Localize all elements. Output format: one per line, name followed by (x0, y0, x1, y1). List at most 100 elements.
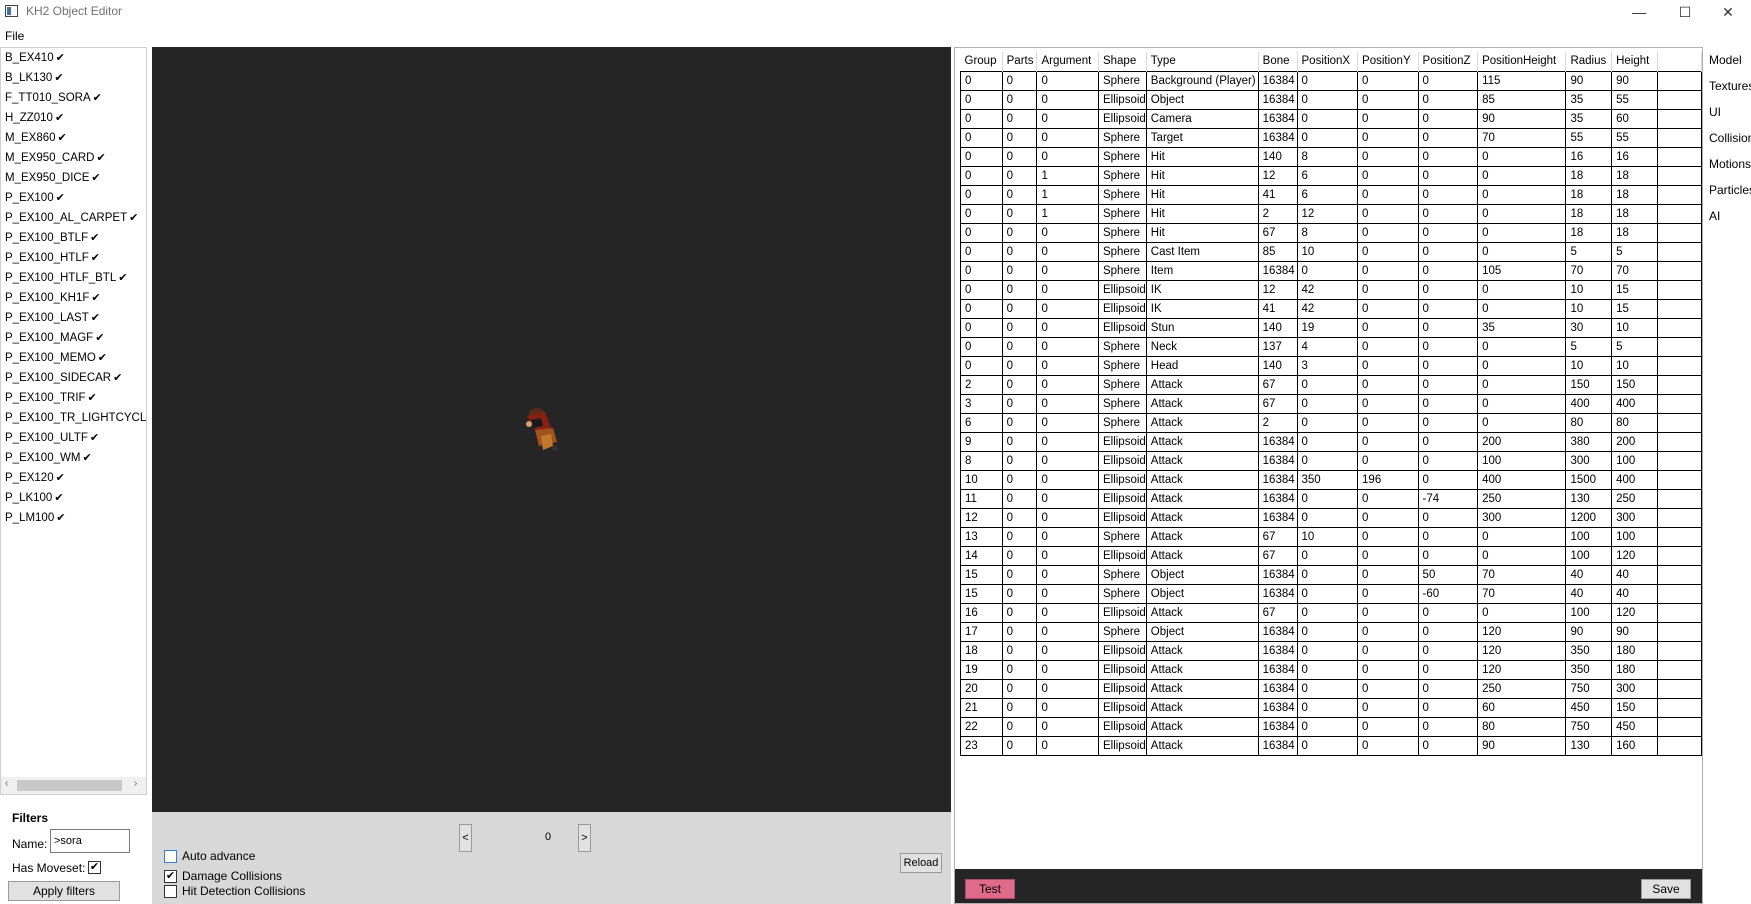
table-cell[interactable]: 450 (1611, 717, 1658, 737)
table-cell[interactable]: 85 (1477, 90, 1567, 110)
hit-detection-option[interactable]: Hit Detection Collisions (164, 884, 305, 898)
table-cell[interactable]: 11 (960, 489, 1003, 509)
table-cell[interactable]: 0 (1418, 318, 1479, 338)
column-header[interactable]: Argument (1036, 52, 1099, 71)
table-cell[interactable]: 0 (1418, 432, 1479, 452)
table-cell[interactable]: Sphere (1098, 527, 1147, 547)
table-cell[interactable]: 12 (960, 508, 1003, 528)
table-cell[interactable]: 67 (1258, 527, 1298, 547)
table-cell[interactable]: 67 (1258, 546, 1298, 566)
table-cell[interactable]: Attack (1146, 679, 1259, 699)
table-cell[interactable]: 70 (1611, 261, 1658, 281)
list-item[interactable]: P_EX100_MAGF ✔ (1, 328, 146, 348)
minimize-button[interactable]: — (1616, 0, 1662, 24)
table-cell[interactable]: 0 (1297, 128, 1359, 148)
horizontal-scrollbar[interactable]: ‹ › (1, 777, 146, 794)
table-cell[interactable]: 100 (1565, 546, 1613, 566)
scroll-right-icon[interactable]: › (134, 778, 137, 789)
table-cell[interactable]: 0 (960, 356, 1003, 376)
table-cell[interactable]: Attack (1146, 470, 1259, 490)
table-cell[interactable]: 130 (1565, 489, 1613, 509)
table-cell[interactable]: Sphere (1098, 128, 1147, 148)
table-cell[interactable]: 8 (1297, 223, 1359, 243)
table-row[interactable]: 14 0 0 Ellipsoid Attack 67 0 0 0 0 100 120 (960, 546, 1702, 566)
table-cell[interactable]: 0 (1036, 147, 1099, 167)
table-cell[interactable]: 70 (1477, 584, 1567, 604)
table-row[interactable]: 11 0 0 Ellipsoid Attack 16384 0 0 -74 250 130 250 (960, 489, 1702, 509)
table-cell[interactable]: 55 (1611, 90, 1658, 110)
reload-button[interactable]: Reload (900, 853, 942, 873)
table-row[interactable]: 13 0 0 Sphere Attack 67 10 0 0 0 100 100 (960, 527, 1702, 547)
table-cell[interactable]: 18 (1565, 223, 1613, 243)
table-cell[interactable]: 0 (1357, 166, 1419, 186)
table-cell[interactable]: Attack (1146, 736, 1259, 756)
table-cell[interactable]: 100 (1477, 451, 1567, 471)
list-item[interactable]: P_EX100_BTLF ✔ (1, 228, 146, 248)
table-cell[interactable]: Sphere (1098, 337, 1147, 357)
table-cell[interactable]: 6 (1297, 185, 1359, 205)
table-cell[interactable]: 30 (1565, 318, 1613, 338)
table-cell[interactable]: 18 (1565, 185, 1613, 205)
table-cell[interactable]: Ellipsoid (1098, 90, 1147, 110)
table-cell[interactable]: 250 (1611, 489, 1658, 509)
table-cell[interactable]: 41 (1258, 299, 1298, 319)
table-cell[interactable]: 90 (1477, 109, 1567, 129)
table-cell[interactable]: 0 (1477, 204, 1567, 224)
table-row[interactable]: 10 0 0 Ellipsoid Attack 16384 350 196 0 400 1500 40… (960, 470, 1702, 490)
table-cell[interactable]: Sphere (1098, 375, 1147, 395)
table-cell[interactable]: 0 (1002, 242, 1038, 262)
table-cell[interactable]: 2 (1258, 204, 1298, 224)
table-cell[interactable]: 0 (1418, 660, 1479, 680)
table-cell[interactable]: 0 (1036, 299, 1099, 319)
table-cell[interactable]: 0 (960, 242, 1003, 262)
tab-particles[interactable]: Particles (1705, 177, 1751, 203)
table-cell[interactable]: Ellipsoid (1098, 432, 1147, 452)
table-cell[interactable]: 0 (1036, 584, 1099, 604)
save-button[interactable]: Save (1641, 879, 1691, 899)
table-cell[interactable]: 20 (960, 679, 1003, 699)
table-cell[interactable]: 0 (1297, 660, 1359, 680)
table-cell[interactable]: 0 (1477, 147, 1567, 167)
table-cell[interactable]: 0 (1357, 356, 1419, 376)
table-cell[interactable]: 41 (1258, 185, 1298, 205)
table-cell[interactable]: 1200 (1565, 508, 1613, 528)
list-item[interactable]: M_EX950_CARD ✔ (1, 148, 146, 168)
table-cell[interactable]: Ellipsoid (1098, 318, 1147, 338)
table-row[interactable]: 0 0 0 Sphere Target 16384 0 0 0 70 55 55 (960, 128, 1702, 148)
list-item[interactable]: P_EX100_ULTF ✔ (1, 428, 146, 448)
table-cell[interactable]: 0 (1357, 318, 1419, 338)
table-cell[interactable]: 0 (1002, 204, 1038, 224)
table-cell[interactable]: 1 (1036, 204, 1099, 224)
table-cell[interactable]: Camera (1146, 109, 1259, 129)
table-cell[interactable]: Attack (1146, 698, 1259, 718)
table-cell[interactable]: 67 (1258, 394, 1298, 414)
table-cell[interactable]: 0 (1418, 736, 1479, 756)
table-cell[interactable]: 0 (1002, 70, 1038, 91)
table-cell[interactable]: 16384 (1258, 717, 1298, 737)
table-cell[interactable]: 16384 (1258, 70, 1298, 91)
table-cell[interactable]: 19 (960, 660, 1003, 680)
table-cell[interactable]: 0 (1357, 70, 1419, 91)
table-cell[interactable]: 0 (1036, 413, 1099, 433)
table-cell[interactable]: 0 (1418, 717, 1479, 737)
table-cell[interactable]: 6 (1297, 166, 1359, 186)
table-cell[interactable]: 0 (1002, 603, 1038, 623)
table-row[interactable]: 0 0 1 Sphere Hit 2 12 0 0 0 18 18 (960, 204, 1702, 224)
table-cell[interactable]: 90 (1477, 736, 1567, 756)
table-cell[interactable]: 0 (1357, 679, 1419, 699)
table-cell[interactable]: 0 (1297, 489, 1359, 509)
damage-collisions-checkbox[interactable]: ✔ (164, 869, 177, 883)
table-cell[interactable]: 3 (1297, 356, 1359, 376)
table-cell[interactable]: 0 (960, 204, 1003, 224)
table-cell[interactable]: 450 (1565, 698, 1613, 718)
table-cell[interactable]: Sphere (1098, 622, 1147, 642)
table-cell[interactable]: 400 (1565, 394, 1613, 414)
table-cell[interactable]: 0 (1297, 584, 1359, 604)
table-cell[interactable]: 16384 (1258, 109, 1298, 129)
table-cell[interactable]: Attack (1146, 603, 1259, 623)
table-cell[interactable]: 21 (960, 698, 1003, 718)
table-cell[interactable]: 0 (1036, 603, 1099, 623)
table-cell[interactable]: 0 (1036, 717, 1099, 737)
table-cell[interactable]: 0 (1002, 166, 1038, 186)
table-cell[interactable]: Object (1146, 622, 1259, 642)
